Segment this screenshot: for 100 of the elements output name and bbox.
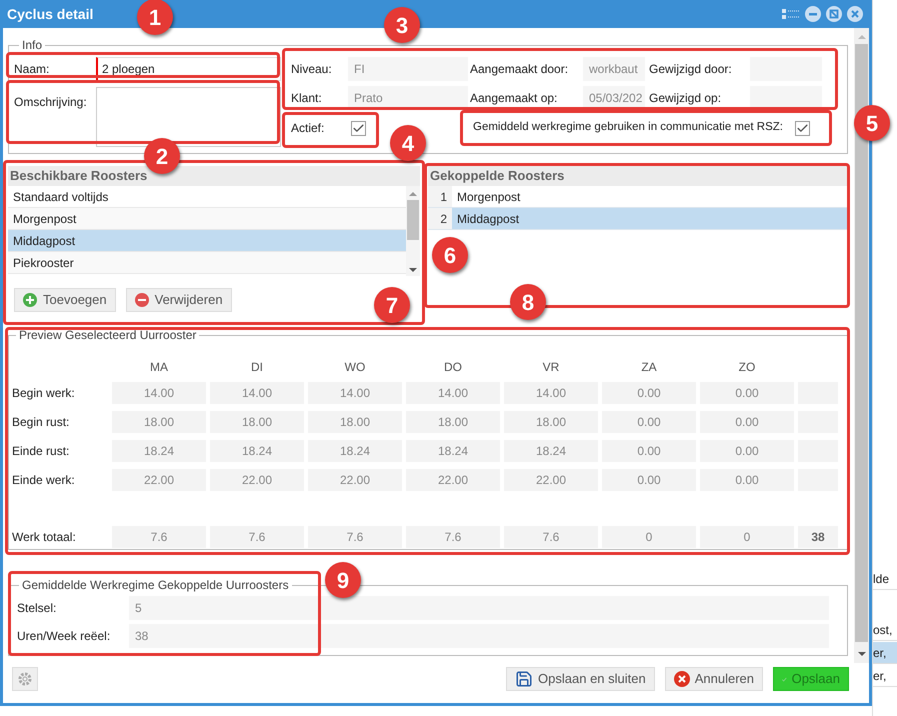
field-label: Gewijzigd door: — [648, 61, 733, 78]
time-cell: 22.00 — [210, 469, 304, 491]
time-cell: 0.00 — [602, 469, 696, 491]
row-number: 2 — [428, 208, 452, 229]
remove-button[interactable]: Verwijderen — [126, 288, 232, 312]
time-cell: 18.24 — [406, 440, 500, 462]
time-cell: 14.00 — [504, 382, 598, 404]
window-title: Cyclus detail — [7, 4, 94, 24]
field-label: Klant: — [291, 90, 323, 107]
time-cell: 14.00 — [112, 382, 206, 404]
day-header: ZA — [640, 359, 658, 376]
day-header: DO — [443, 359, 463, 376]
field-label: Uren/Week reëel: — [17, 628, 112, 645]
total-cell: 7.6 — [210, 526, 304, 548]
plus-icon — [23, 293, 37, 307]
day-header: DI — [250, 359, 264, 376]
group-legend: Info — [19, 36, 46, 54]
time-cell: 0.00 — [700, 382, 794, 404]
time-cell: 18.00 — [406, 411, 500, 433]
day-header: ZO — [738, 359, 756, 376]
list-item[interactable]: Morgenpost — [8, 208, 406, 230]
time-cell: 22.00 — [112, 469, 206, 491]
text-field[interactable]: FI — [348, 57, 468, 81]
time-cell: 18.00 — [210, 411, 304, 433]
panel-title: Beschikbare Roosters — [8, 166, 420, 186]
total-cell: 7.6 — [308, 526, 402, 548]
cancel-button[interactable]: Annuleren — [664, 667, 763, 691]
time-cell: 0.00 — [700, 469, 794, 491]
row-label: Begin rust: — [11, 414, 70, 431]
list-item[interactable]: Morgenpost — [452, 186, 848, 207]
sum-cell: 38 — [798, 526, 838, 548]
time-cell: 18.00 — [308, 411, 402, 433]
list-item[interactable]: Middagpost — [8, 230, 406, 252]
description-field[interactable] — [96, 87, 281, 147]
time-cell: 18.00 — [112, 411, 206, 433]
list-item[interactable]: Middagpost — [452, 208, 848, 229]
field-label: Gewijzigd op: — [648, 90, 722, 107]
scroll-down-icon[interactable] — [409, 268, 417, 272]
day-header: VR — [542, 359, 560, 376]
panel-title: Gekoppelde Roosters — [428, 166, 848, 186]
field-label: Naam: — [13, 61, 50, 78]
field-label: Aangemaakt op: — [469, 90, 558, 107]
field-label: Actief: — [291, 120, 326, 137]
scroll-up-icon[interactable] — [409, 192, 417, 196]
checkbox[interactable] — [351, 120, 366, 136]
total-cell: 0 — [700, 526, 794, 548]
time-cell: 0.00 — [602, 440, 696, 462]
time-cell: 22.00 — [504, 469, 598, 491]
row-label: Einde rust: — [11, 443, 70, 460]
text-field[interactable]: 5 — [129, 596, 829, 620]
close-icon[interactable] — [847, 6, 863, 22]
save-and-close-button[interactable]: Opslaan en sluiten — [506, 667, 655, 691]
field-label: Gemiddeld werkregime gebruiken in communicatie met RSZ: — [473, 120, 783, 136]
scroll-up-icon[interactable] — [858, 35, 866, 39]
time-cell: 14.00 — [210, 382, 304, 404]
total-cell: 7.6 — [406, 526, 500, 548]
add-button[interactable]: Toevoegen — [14, 288, 116, 312]
checkbox[interactable] — [794, 120, 810, 136]
settings-button[interactable] — [12, 667, 38, 691]
text-field[interactable]: workbaut — [583, 57, 645, 81]
background-row: er, — [873, 642, 897, 664]
field-label: Stelsel: — [17, 600, 58, 617]
time-cell: 22.00 — [406, 469, 500, 491]
field-label: Omschrijving: — [13, 94, 88, 111]
list-icon[interactable] — [782, 7, 800, 21]
minus-icon — [134, 293, 149, 307]
field-label: Niveau: — [291, 61, 333, 78]
time-cell: 22.00 — [308, 469, 402, 491]
row-label: Werk totaal: — [11, 529, 77, 546]
text-field[interactable]: 38 — [129, 624, 829, 648]
minimize-icon[interactable] — [805, 6, 821, 22]
total-cell: 7.6 — [112, 526, 206, 548]
scrollbar[interactable] — [406, 186, 420, 276]
gear-icon — [17, 671, 33, 687]
time-cell: 14.00 — [308, 382, 402, 404]
time-cell: 18.24 — [504, 440, 598, 462]
list-item[interactable]: Piekrooster — [8, 252, 406, 274]
time-cell: 18.24 — [112, 440, 206, 462]
total-cell: 0 — [602, 526, 696, 548]
scroll-down-icon[interactable] — [858, 652, 866, 656]
close-icon — [674, 671, 690, 687]
field-label: Aangemaakt door: — [469, 61, 570, 78]
row-number: 1 — [428, 186, 452, 207]
time-cell: 18.24 — [210, 440, 304, 462]
time-cell: 14.00 — [406, 382, 500, 404]
time-cell: 0.00 — [700, 440, 794, 462]
row-label: Begin werk: — [11, 385, 76, 402]
name-field[interactable]: 2 ploegen — [96, 57, 281, 81]
total-cell: 7.6 — [504, 526, 598, 548]
day-header: MA — [149, 359, 169, 376]
restore-icon[interactable] — [826, 6, 842, 22]
time-cell: 18.24 — [308, 440, 402, 462]
row-label: Einde werk: — [11, 472, 76, 489]
time-cell: 18.00 — [504, 411, 598, 433]
day-header: WO — [344, 359, 366, 376]
group-legend: Gemiddelde Werkregime Gekoppelde Uurroosters — [19, 576, 292, 594]
time-cell: 0.00 — [602, 382, 696, 404]
group-legend: Preview Geselecteerd Uurrooster — [16, 326, 200, 344]
time-cell: 0.00 — [700, 411, 794, 433]
time-cell: 0.00 — [602, 411, 696, 433]
